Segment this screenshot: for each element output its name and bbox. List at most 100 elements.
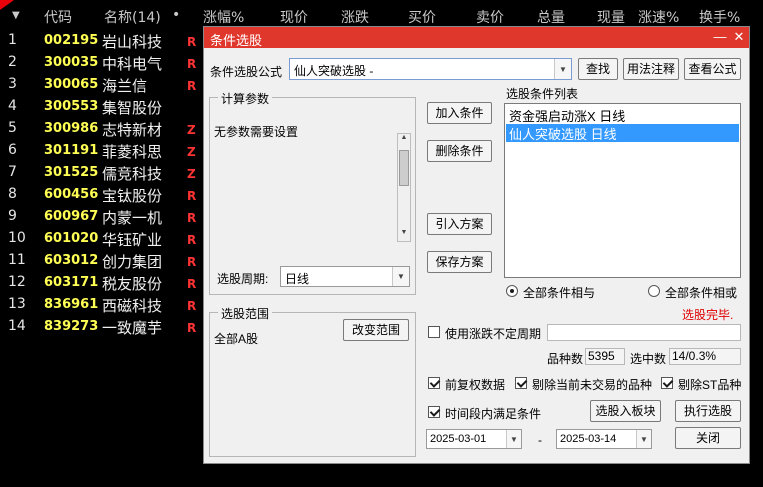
- period-value: 日线: [285, 272, 310, 286]
- stock-flag: R: [187, 189, 197, 203]
- stock-name: 创力集团: [102, 253, 163, 271]
- stock-code: 300986: [44, 121, 99, 136]
- stock-code: 603012: [44, 253, 99, 268]
- pre-adjust-checkbox[interactable]: [428, 377, 440, 389]
- col-volume[interactable]: 总量: [537, 7, 565, 27]
- stock-code: 300035: [44, 55, 99, 70]
- table-row[interactable]: 6 301191 菲菱科思 Z: [0, 140, 200, 162]
- list-item[interactable]: 仙人突破选股 日线: [506, 124, 739, 142]
- no-params-text: 无参数需要设置: [214, 125, 299, 139]
- condition-list-title: 选股条件列表: [506, 87, 579, 101]
- table-row[interactable]: 14 839273 一致魔芋 R: [0, 316, 200, 338]
- row-index: 8: [8, 186, 17, 202]
- table-row[interactable]: 11 603012 创力集团 R: [0, 250, 200, 272]
- change-range-button[interactable]: 改变范围: [343, 319, 409, 341]
- col-speed[interactable]: 涨速%: [638, 7, 679, 27]
- table-row[interactable]: 5 300986 志特新材 Z: [0, 118, 200, 140]
- view-formula-button[interactable]: 查看公式: [684, 58, 741, 80]
- chevron-down-icon[interactable]: ▼: [392, 267, 409, 286]
- find-button[interactable]: 查找: [578, 58, 618, 80]
- execute-select-button[interactable]: 执行选股: [675, 400, 741, 422]
- table-row[interactable]: 8 600456 宝钛股份 R: [0, 184, 200, 206]
- row-index: 13: [8, 296, 26, 312]
- period-select[interactable]: 日线 ▼: [280, 266, 410, 287]
- table-row[interactable]: 3 300065 海兰信 R: [0, 74, 200, 96]
- list-item[interactable]: 资金强启动涨X 日线: [506, 106, 739, 124]
- stock-code: 600967: [44, 209, 99, 224]
- table-row[interactable]: 7 301525 儒竞科技 Z: [0, 162, 200, 184]
- stock-name: 宝钛股份: [102, 187, 163, 205]
- chevron-down-icon[interactable]: ▼: [554, 59, 571, 79]
- table-row[interactable]: 13 836961 西磁科技 R: [0, 294, 200, 316]
- col-bid[interactable]: 买价: [408, 7, 436, 27]
- col-price[interactable]: 现价: [280, 7, 308, 27]
- usage-notes-button[interactable]: 用法注释: [623, 58, 679, 80]
- row-index: 14: [8, 318, 26, 334]
- row-index: 9: [8, 208, 17, 224]
- select-to-block-button[interactable]: 选股入板块: [590, 400, 661, 422]
- use-uncertain-period-checkbox[interactable]: [428, 326, 440, 338]
- date-to-picker[interactable]: 2025-03-14 ▼: [556, 429, 652, 449]
- delete-condition-button[interactable]: 删除条件: [427, 140, 492, 162]
- stock-code: 601020: [44, 231, 99, 246]
- date-from-value: 2025-03-01: [430, 433, 487, 445]
- stock-name: 岩山科技: [102, 33, 163, 51]
- stock-flag: R: [187, 57, 197, 71]
- range-value: 全部A股: [214, 332, 259, 346]
- radio-all-and[interactable]: [506, 285, 518, 297]
- dialog-titlebar[interactable]: 条件选股 — ✕: [204, 27, 749, 48]
- radio-all-or[interactable]: [648, 285, 660, 297]
- calc-params-group: 计算参数 无参数需要设置 ▲ ▼ 选股周期: 日线 ▼: [209, 90, 416, 295]
- exclude-untraded-checkbox[interactable]: [515, 377, 527, 389]
- date-from-picker[interactable]: 2025-03-01 ▼: [426, 429, 522, 449]
- col-code[interactable]: 代码: [44, 7, 72, 27]
- stock-flag: R: [187, 255, 197, 269]
- stock-code: 301525: [44, 165, 99, 180]
- dialog-title: 条件选股: [210, 33, 263, 48]
- stock-code: 603171: [44, 275, 99, 290]
- col-turnover[interactable]: 换手%: [699, 7, 740, 27]
- stock-count-label: 品种数: [547, 352, 584, 366]
- save-plan-button[interactable]: 保存方案: [427, 251, 492, 273]
- condition-list[interactable]: 资金强启动涨X 日线 仙人突破选股 日线: [504, 103, 741, 278]
- uncertain-period-input[interactable]: [547, 324, 741, 341]
- selected-count-label: 选中数: [630, 352, 667, 366]
- close-icon[interactable]: ✕: [731, 28, 747, 46]
- sort-arrow-icon[interactable]: ▼: [12, 10, 20, 21]
- exclude-st-checkbox[interactable]: [661, 377, 673, 389]
- col-change[interactable]: 涨跌: [341, 7, 369, 27]
- row-index: 2: [8, 54, 17, 70]
- table-row[interactable]: 10 601020 华钰矿业 R: [0, 228, 200, 250]
- stock-code: 300553: [44, 99, 99, 114]
- use-uncertain-period-label: 使用涨跌不定周期: [445, 327, 542, 341]
- table-row[interactable]: 4 300553 集智股份: [0, 96, 200, 118]
- scroll-thumb[interactable]: [399, 150, 409, 186]
- row-index: 1: [8, 32, 17, 48]
- table-row[interactable]: 1 002195 岩山科技 R: [0, 30, 200, 52]
- time-range-checkbox[interactable]: [428, 406, 440, 418]
- col-ask[interactable]: 卖价: [476, 7, 504, 27]
- import-plan-button[interactable]: 引入方案: [427, 213, 492, 235]
- exclude-st-label: 剔除ST品种: [678, 378, 742, 392]
- table-row[interactable]: 9 600967 内蒙一机 R: [0, 206, 200, 228]
- table-row[interactable]: 12 603171 税友股份 R: [0, 272, 200, 294]
- stock-code: 839273: [44, 319, 99, 334]
- stock-name: 集智股份: [102, 99, 163, 117]
- pre-adjust-label: 前复权数据: [445, 378, 506, 392]
- stock-flag: R: [187, 79, 197, 93]
- col-name[interactable]: 名称(14): [104, 7, 161, 27]
- chevron-down-icon[interactable]: ▼: [636, 430, 651, 448]
- col-change-pct[interactable]: 涨幅%: [203, 7, 244, 27]
- chevron-down-icon[interactable]: ▼: [506, 430, 521, 448]
- col-dot[interactable]: •: [172, 7, 180, 23]
- minimize-icon[interactable]: —: [712, 28, 728, 46]
- scroll-down-icon[interactable]: ▼: [398, 229, 410, 241]
- date-to-value: 2025-03-14: [560, 433, 617, 445]
- formula-select[interactable]: 仙人突破选股 - ▼: [289, 58, 572, 80]
- table-row[interactable]: 2 300035 中科电气 R: [0, 52, 200, 74]
- scroll-up-icon[interactable]: ▲: [398, 134, 410, 146]
- params-scrollbar[interactable]: ▲ ▼: [397, 133, 411, 242]
- col-cur-volume[interactable]: 现量: [597, 7, 625, 27]
- add-condition-button[interactable]: 加入条件: [427, 102, 492, 124]
- close-button[interactable]: 关闭: [675, 427, 741, 449]
